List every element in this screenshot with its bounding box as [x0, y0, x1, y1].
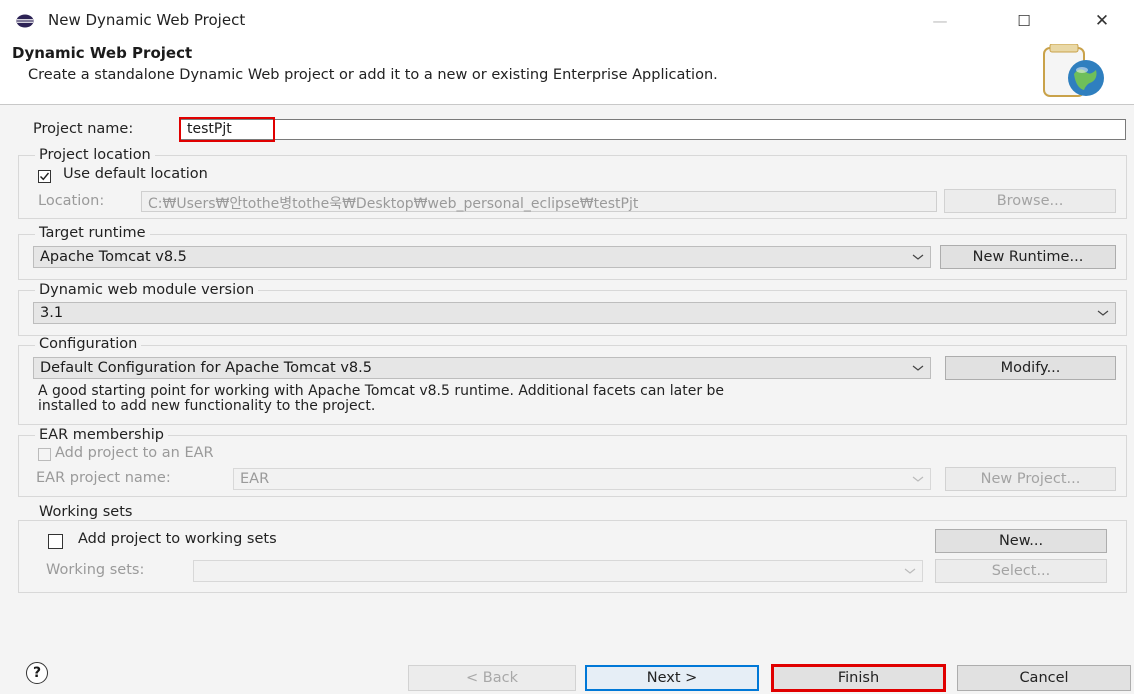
project-name-highlight: [179, 117, 275, 142]
check-icon: [40, 172, 50, 181]
target-runtime-label: Target runtime: [35, 225, 150, 241]
use-default-label: Use default location: [63, 166, 208, 182]
new-working-set-button[interactable]: New...: [935, 529, 1107, 553]
new-ear-project-button[interactable]: New Project...: [945, 467, 1116, 491]
eclipse-icon: [16, 14, 34, 28]
module-version-label: Dynamic web module version: [35, 282, 259, 298]
module-version-select[interactable]: 3.1: [33, 302, 1116, 324]
project-name-input[interactable]: testPjt: [180, 119, 1126, 140]
configuration-description: A good starting point for working with A…: [38, 383, 725, 414]
configuration-select[interactable]: Default Configuration for Apache Tomcat …: [33, 357, 931, 379]
web-project-banner-icon: [1043, 44, 1104, 97]
chevron-down-icon: [912, 476, 924, 482]
finish-button[interactable]: Finish: [771, 664, 946, 692]
ear-membership-label: EAR membership: [35, 427, 168, 443]
help-icon[interactable]: ?: [26, 662, 48, 684]
working-sets-field-label: Working sets:: [46, 562, 145, 578]
configuration-label: Configuration: [35, 336, 142, 352]
add-to-ear-checkbox[interactable]: [38, 448, 51, 461]
use-default-checkbox[interactable]: [38, 170, 51, 183]
add-to-working-sets-checkbox[interactable]: [48, 534, 63, 549]
next-button[interactable]: Next >: [585, 665, 759, 691]
working-sets-label: Working sets: [35, 504, 137, 520]
cancel-button[interactable]: Cancel: [957, 665, 1131, 691]
back-button[interactable]: < Back: [408, 665, 576, 691]
page-title: Dynamic Web Project: [12, 44, 193, 62]
minimize-button[interactable]: —: [920, 6, 960, 36]
chevron-down-icon: [1097, 310, 1109, 316]
close-button[interactable]: ✕: [1082, 6, 1122, 36]
project-location-label: Project location: [35, 147, 155, 163]
chevron-down-icon: [904, 568, 916, 574]
ear-project-name-label: EAR project name:: [36, 470, 171, 486]
add-to-working-sets-label: Add project to working sets: [78, 531, 277, 547]
browse-button[interactable]: Browse...: [944, 189, 1116, 213]
new-runtime-button[interactable]: New Runtime...: [940, 245, 1116, 269]
modify-button[interactable]: Modify...: [945, 356, 1116, 380]
page-description: Create a standalone Dynamic Web project …: [28, 67, 718, 83]
location-label: Location:: [38, 193, 105, 209]
location-input[interactable]: C:₩Users₩안tothe병tothe욱₩Desktop₩web_perso…: [141, 191, 937, 212]
chevron-down-icon: [912, 254, 924, 260]
working-sets-select[interactable]: [193, 560, 923, 582]
ear-project-name-select[interactable]: EAR: [233, 468, 931, 490]
select-working-sets-button[interactable]: Select...: [935, 559, 1107, 583]
chevron-down-icon: [912, 365, 924, 371]
window-title: New Dynamic Web Project: [48, 11, 246, 29]
target-runtime-select[interactable]: Apache Tomcat v8.5: [33, 246, 931, 268]
maximize-button[interactable]: ☐: [1004, 6, 1044, 36]
add-to-ear-label: Add project to an EAR: [55, 445, 214, 461]
project-name-label: Project name:: [33, 121, 134, 137]
